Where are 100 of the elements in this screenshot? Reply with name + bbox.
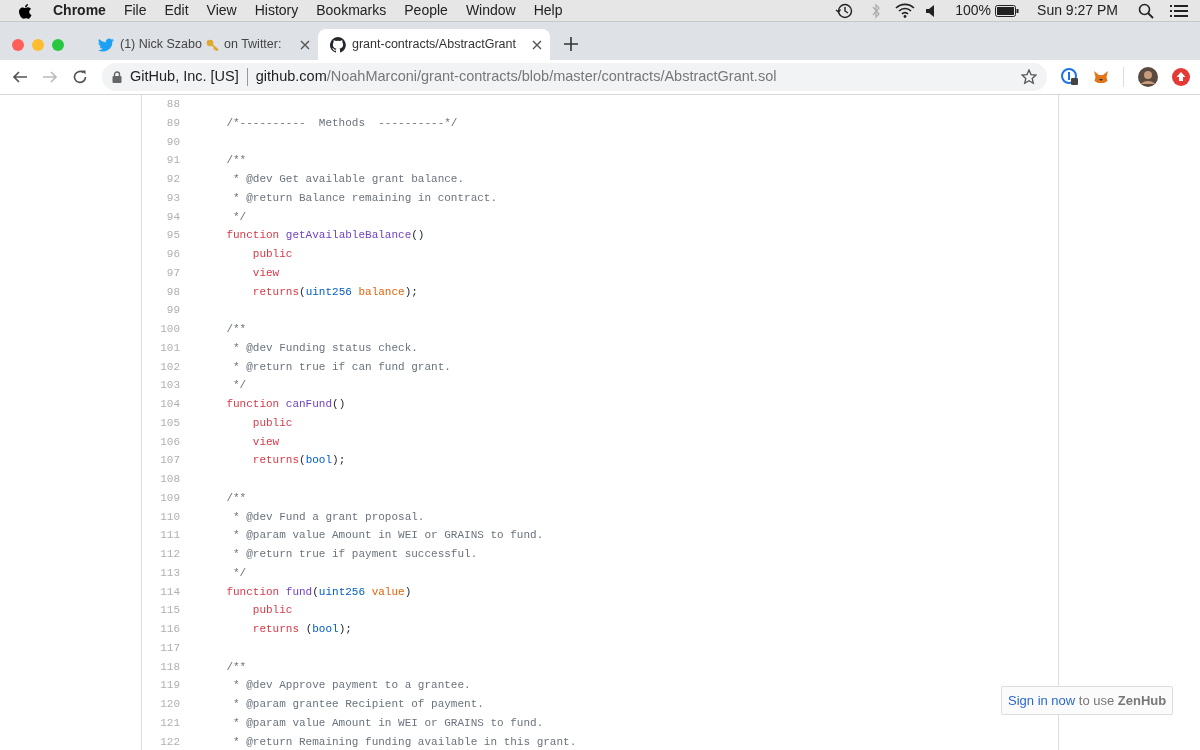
menu-clock[interactable]: Sun 9:27 PM (1037, 0, 1118, 21)
line-number: 110 (159, 509, 180, 525)
close-icon[interactable] (300, 39, 310, 50)
code-line: */ (232, 565, 247, 581)
close-icon[interactable] (532, 39, 542, 50)
code-line: * @return Balance remaining in contract. (232, 190, 498, 206)
code-line: function canFund() (225, 397, 346, 412)
avatar-icon[interactable] (1138, 67, 1158, 87)
menu-item[interactable]: Edit (155, 0, 198, 21)
line-number: 120 (159, 697, 180, 712)
line-number: 116 (159, 622, 180, 637)
menu-item[interactable]: Help (524, 0, 572, 21)
line-number: 92 (165, 172, 180, 187)
code-line: view (251, 434, 280, 450)
code-line: /** (225, 322, 247, 337)
menu-item[interactable]: Bookmarks (307, 0, 396, 21)
line-number: 107 (159, 453, 180, 469)
browser-tab[interactable]: grant-contracts/AbstractGrant (318, 29, 550, 60)
url-text: github.com/NoahMarconi/grant-contracts/blob/master/contracts/AbstractGrant.sol (255, 67, 777, 87)
line-number: 95 (165, 228, 180, 244)
code-line: * @dev Fund a grant proposal. (232, 509, 425, 525)
code-line: * @return true if can fund grant. (232, 359, 451, 375)
reload-icon[interactable] (72, 69, 88, 85)
menu-item[interactable]: File (114, 0, 156, 21)
fox-icon[interactable] (1093, 69, 1109, 85)
code-line: * @param value Amount in WEI or GRAINS to fund. (232, 528, 544, 544)
code-line: public (251, 247, 293, 262)
code-line: * @dev Funding status check. (232, 340, 418, 356)
clock-icon[interactable] (835, 2, 854, 19)
line-number: 115 (159, 603, 180, 619)
code-line: * @return true if payment successful. (232, 547, 478, 562)
tab-title: on Twitter: (224, 36, 282, 54)
code-line: */ (232, 378, 247, 394)
line-number: 102 (159, 359, 180, 375)
sign-in-link[interactable]: Sign in now (1008, 690, 1076, 711)
code-line: returns(uint256 balance); (251, 284, 418, 300)
new-tab-icon[interactable] (564, 37, 578, 51)
key-icon (206, 38, 220, 51)
code-line: * @param grantee Recipient of payment. (232, 697, 484, 712)
code-line: returns (bool); (251, 622, 352, 637)
password-icon[interactable] (1061, 68, 1079, 86)
github-icon (330, 36, 346, 53)
line-number: 105 (159, 415, 180, 431)
site-identity: GitHub, Inc. [US] (130, 67, 239, 87)
line-number: 93 (165, 190, 180, 206)
line-number: 119 (159, 678, 180, 694)
line-number: 112 (159, 547, 180, 562)
line-number: 121 (159, 715, 180, 731)
line-number: 117 (159, 640, 180, 656)
code-line: /** (225, 153, 247, 169)
zenhub-text: to use ZenHub (1077, 691, 1167, 710)
line-number: 113 (159, 565, 180, 581)
code-line: * @dev Get available grant balance. (232, 172, 465, 187)
code-line: function fund(uint256 value) (225, 584, 412, 600)
bird-icon (98, 37, 114, 52)
code-line: * @param value Amount in WEI or GRAINS to fund. (232, 715, 544, 731)
line-number: 89 (165, 115, 180, 131)
line-number: 90 (165, 134, 180, 150)
code-line: function getAvailableBalance() (225, 228, 425, 244)
upload-icon[interactable] (1172, 68, 1190, 86)
wifi-icon[interactable] (895, 3, 916, 18)
line-number: 94 (165, 209, 180, 225)
code-line: /** (225, 490, 247, 506)
line-number: 118 (159, 659, 180, 675)
code-line: * @dev Approve payment to a grantee. (232, 678, 471, 694)
back-icon[interactable] (12, 69, 28, 85)
menu-item[interactable]: People (395, 0, 457, 21)
menu-item[interactable]: Window (456, 0, 525, 21)
line-number: 96 (165, 247, 180, 262)
menu-icon[interactable] (1170, 3, 1188, 18)
code-line: returns(bool); (251, 453, 346, 469)
menu-item[interactable]: View (197, 0, 246, 21)
apple-icon[interactable] (18, 2, 32, 19)
speaker-icon[interactable] (925, 3, 936, 18)
code-line: view (251, 265, 280, 281)
menu-item[interactable]: History (245, 0, 308, 21)
address-bar[interactable]: GitHub, Inc. [US] github.com/NoahMarconi/grant-contracts/blob/master/contracts/AbstractGrant.sol (102, 63, 1047, 91)
search-icon[interactable] (1138, 2, 1154, 19)
line-number: 103 (159, 378, 180, 394)
code-line: public (251, 603, 293, 619)
app-menu[interactable]: Chrome (44, 0, 115, 21)
line-number: 91 (165, 153, 180, 169)
line-number: 109 (159, 490, 180, 506)
star-icon[interactable] (1021, 69, 1037, 85)
battery-icon[interactable] (995, 4, 1020, 17)
battery-percentage: 100% (955, 1, 992, 20)
code-line: public (251, 415, 293, 431)
tab-title: grant-contracts/AbstractGrant (352, 36, 516, 54)
code-line: /** (225, 659, 247, 675)
line-number: 114 (159, 584, 180, 600)
tab-title: (1) Nick Szabo (120, 36, 202, 54)
code-line: */ (232, 209, 247, 225)
browser-tab[interactable]: (1) Nick Szabo on Twitter: (86, 29, 318, 60)
line-number: 97 (165, 265, 180, 281)
lock-icon (112, 71, 122, 83)
line-number: 101 (159, 340, 180, 356)
line-number: 98 (165, 284, 180, 300)
line-number: 111 (159, 528, 180, 544)
code-line: * @return Remaining funding available in this grant. (232, 734, 577, 750)
line-number: 99 (165, 303, 180, 319)
